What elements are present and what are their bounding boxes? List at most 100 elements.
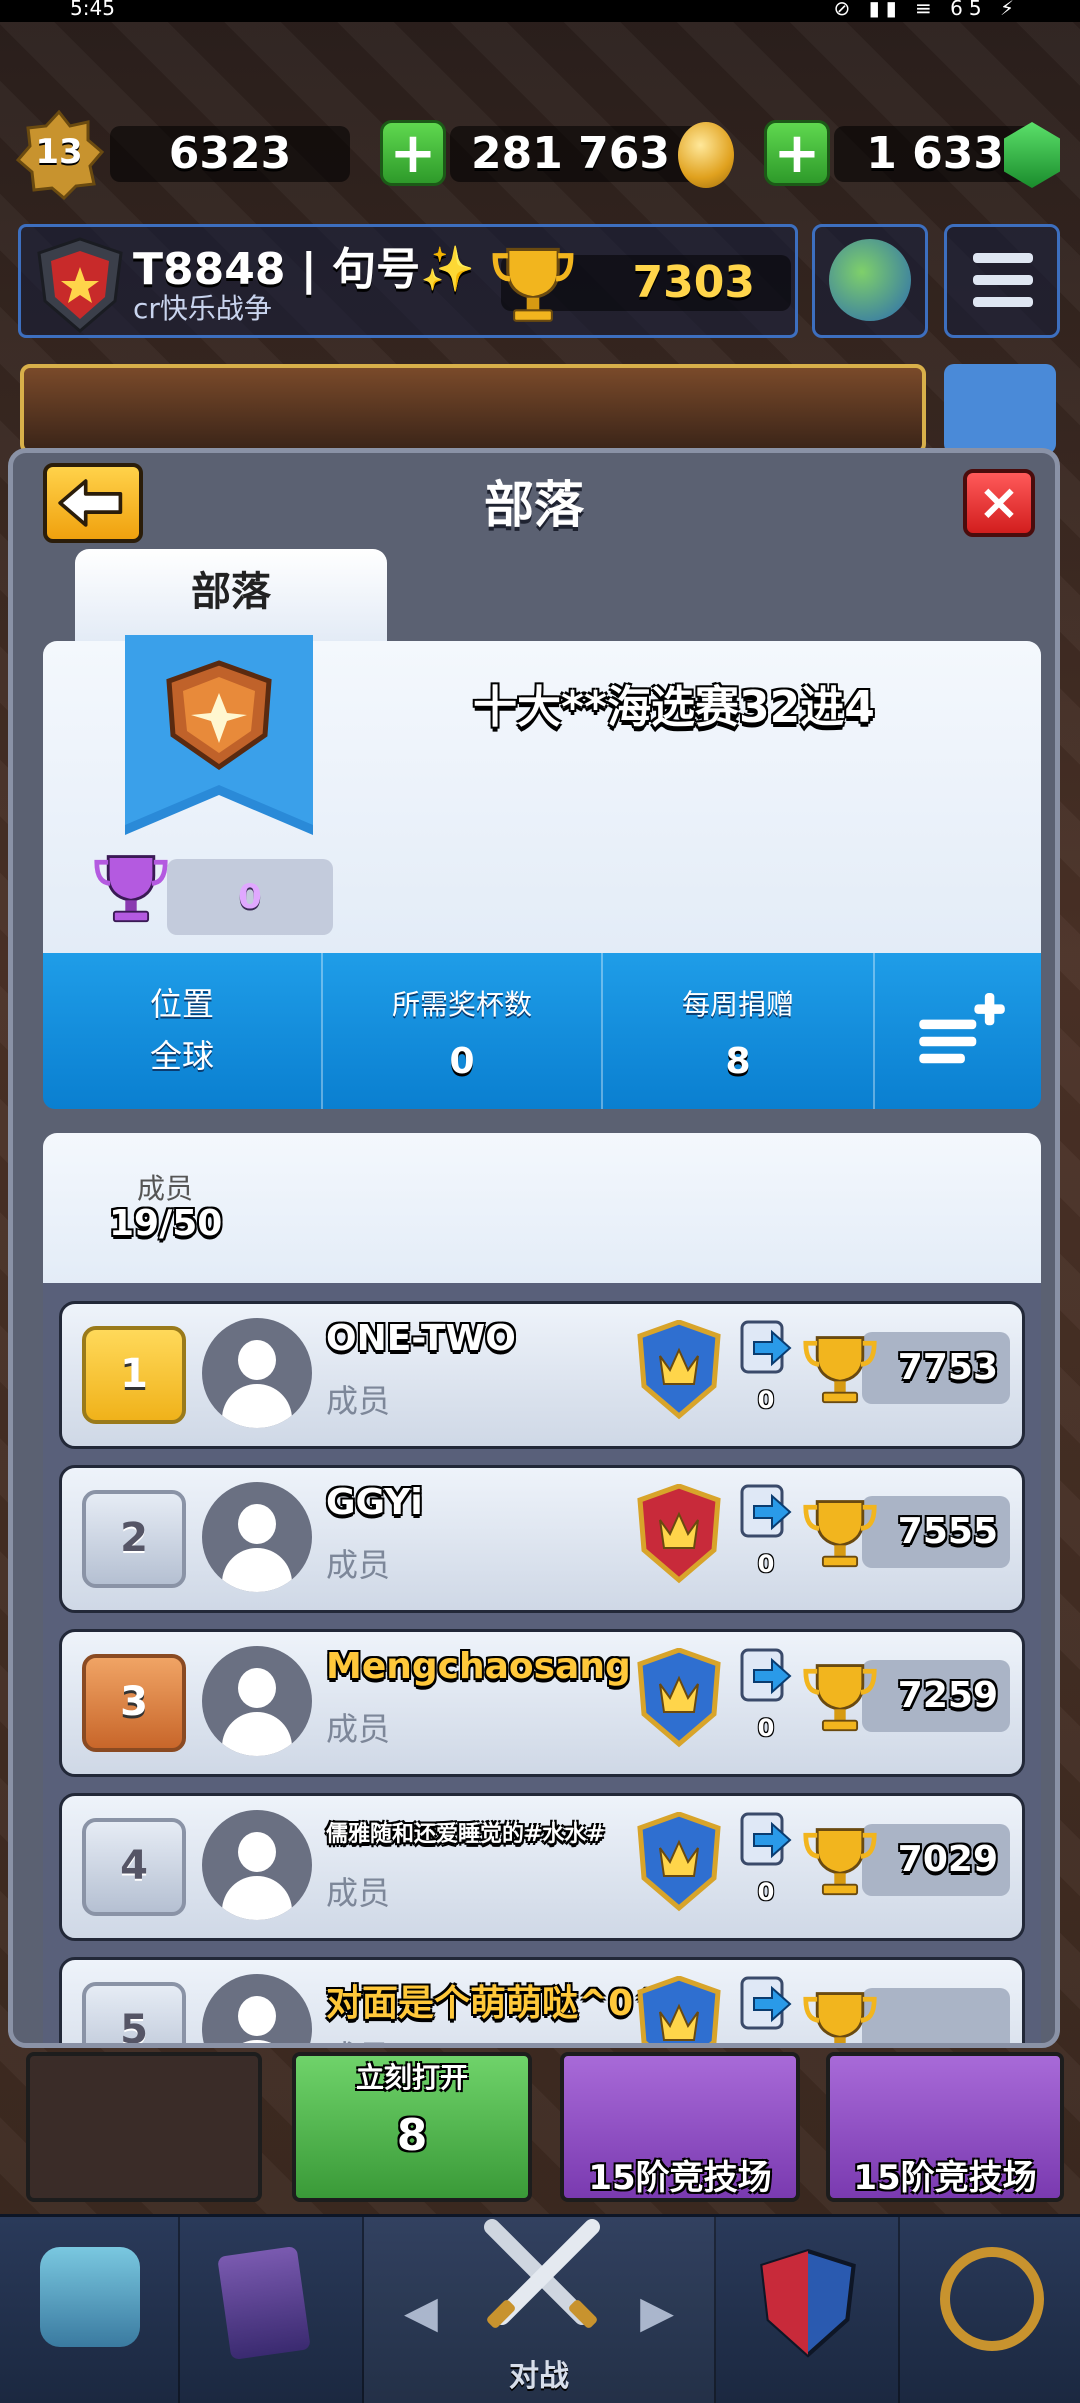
member-trophies: 7029 (862, 1824, 1010, 1896)
donation-card-icon (740, 1648, 792, 1702)
clan-banner-icon (125, 635, 313, 835)
gems-value: 1 633 (866, 128, 1004, 179)
crossed-swords-icon (484, 2219, 600, 2328)
chest-arena-label-1: 15阶竞技场 (588, 2158, 772, 2198)
member-donations: 0 (757, 1386, 775, 1414)
stat-location: 位置 全球 (43, 953, 323, 1109)
status-bar: 5:45 ⊘ ▮▮ ≡ 65 ⚡ (0, 0, 1080, 22)
arena-badge-icon (637, 1484, 721, 1584)
member-rank: 3 (82, 1654, 186, 1752)
tab-clan[interactable]: 部落 (75, 549, 387, 641)
friends-button[interactable] (944, 364, 1056, 454)
chest-slot-arena-2[interactable]: 15阶竞技场 (826, 2052, 1064, 2202)
add-gems-button[interactable]: + (764, 120, 830, 186)
close-button[interactable]: × (963, 469, 1035, 537)
chest-unlock-label: 立刻打开 (355, 2061, 468, 2094)
member-role: 成员 (326, 1710, 391, 1748)
member-role: 成员 (326, 2032, 390, 2043)
stat-donations-label: 每周捐赠 (681, 988, 794, 1021)
stat-required-value: 0 (449, 1041, 475, 1082)
member-trophy-count: 7555 (897, 1511, 998, 1552)
member-row[interactable]: 3 Mengchaosang 成员 0 7259 (59, 1629, 1025, 1777)
level-badge[interactable]: 13 (14, 109, 105, 201)
donation-card-icon (740, 1976, 792, 2030)
member-donations: 0 (738, 2042, 794, 2043)
stat-location-label: 位置 (149, 985, 214, 1023)
member-trophies: 7555 (862, 1496, 1010, 1568)
nav-clan[interactable] (716, 2217, 900, 2403)
stat-donations-value: 8 (725, 1041, 751, 1082)
member-role: 成员 (326, 1382, 391, 1420)
member-avatar (202, 1318, 312, 1428)
nav-shop[interactable] (0, 2217, 180, 2403)
chest-slot-unlockable[interactable]: 立刻打开 8 (292, 2052, 532, 2202)
dialog-header: 部落 × (13, 453, 1055, 543)
events-wreath-icon (940, 2247, 1044, 2351)
member-donations: 0 (757, 1714, 775, 1742)
xp-display: 6323 (110, 126, 350, 182)
members-header: 成员 19/50 (43, 1133, 1041, 1283)
trophy-icon (492, 247, 574, 322)
member-row[interactable]: 2 GGYi 成员 0 7555 (59, 1465, 1025, 1613)
member-avatar (202, 1482, 312, 1592)
status-icons: ⊘ ▮▮ ≡ 65 ⚡ (833, 0, 1020, 20)
menu-button[interactable] (944, 224, 1060, 338)
trophy-icon (803, 1336, 877, 1404)
xp-value: 6323 (168, 128, 292, 179)
nav-events[interactable] (900, 2217, 1080, 2403)
donation-card-icon (740, 1812, 792, 1866)
member-name: Mengchaosang (326, 1646, 631, 1687)
nav-cards[interactable] (180, 2217, 364, 2403)
player-trophy-count: 7303 (632, 257, 755, 308)
member-trophies: 7259 (862, 1660, 1010, 1732)
close-icon: × (978, 473, 1020, 531)
add-gold-button[interactable]: + (380, 120, 446, 186)
tab-clan-label: 部落 (191, 569, 271, 615)
player-profile[interactable]: T8848 | 句号✨ cr快乐战争 7303 (18, 224, 798, 338)
event-banner[interactable] (20, 364, 926, 454)
ranking-button[interactable] (812, 224, 928, 338)
member-trophy-count: 7753 (897, 1347, 998, 1388)
member-row[interactable]: 1 ONE-TWO 成员 0 7753 (59, 1301, 1025, 1449)
level-number: 13 (35, 132, 83, 172)
clan-trophy-icon (94, 855, 168, 923)
member-name: 儒雅随和还爱睡觉的#水水# (326, 1822, 605, 1847)
list-add-icon (919, 993, 1005, 1064)
dialog-title: 部落 (484, 476, 584, 534)
member-row[interactable]: 4 儒雅随和还爱睡觉的#水水# 成员 0 7029 (59, 1793, 1025, 1941)
member-name: GGYi (326, 1482, 423, 1523)
arena-badge-icon (637, 1320, 721, 1420)
chest-slot-empty[interactable] (26, 2052, 262, 2202)
stat-location-value: 全球 (149, 1037, 214, 1075)
member-rank: 4 (82, 1818, 186, 1916)
arena-badge-icon (637, 1976, 721, 2043)
chest-slot-arena-1[interactable]: 15阶竞技场 (560, 2052, 800, 2202)
chest-arena-label-2: 15阶竞技场 (853, 2158, 1037, 2198)
member-list[interactable]: 1 ONE-TWO 成员 0 7753 2 GGYi 成员 0 7555 3 M… (43, 1283, 1041, 2043)
gold-coin-icon (678, 122, 734, 188)
member-trophy-count: 7029 (897, 1839, 998, 1880)
globe-crown-icon (829, 239, 911, 321)
clan-info-panel: 十大**海选赛32进4 0 (43, 635, 1041, 953)
donation-card-icon (740, 1484, 792, 1538)
member-trophies (862, 1988, 1010, 2043)
members-count: 19/50 (109, 1203, 223, 1244)
nav-battle-label: 对战 (509, 2359, 569, 2394)
player-trophies: 7303 (492, 247, 791, 322)
clan-shield-icon (37, 237, 123, 333)
nav-battle[interactable]: ◀ ▶ 对战 (364, 2217, 716, 2403)
shop-chest-icon (40, 2247, 140, 2347)
member-rank: 5 (82, 1982, 186, 2043)
clan-stats-bar: 位置 全球 所需奖杯数 0 每周捐赠 8 (43, 953, 1041, 1109)
stat-weekly-donations: 每周捐赠 8 (603, 953, 875, 1109)
join-clan-button[interactable] (875, 953, 1041, 1109)
clan-nav-shield-icon (760, 2248, 856, 2358)
stat-required-label: 所需奖杯数 (391, 988, 532, 1021)
member-row[interactable]: 5 对面是个萌萌哒^0^ 成员 0 (59, 1957, 1025, 2043)
stat-required-trophies: 所需奖杯数 0 (323, 953, 603, 1109)
member-name: ONE-TWO (326, 1318, 516, 1359)
member-rank: 2 (82, 1490, 186, 1588)
player-clan: cr快乐战争 (133, 292, 272, 325)
member-rank: 1 (82, 1326, 186, 1424)
member-avatar (202, 1974, 312, 2043)
